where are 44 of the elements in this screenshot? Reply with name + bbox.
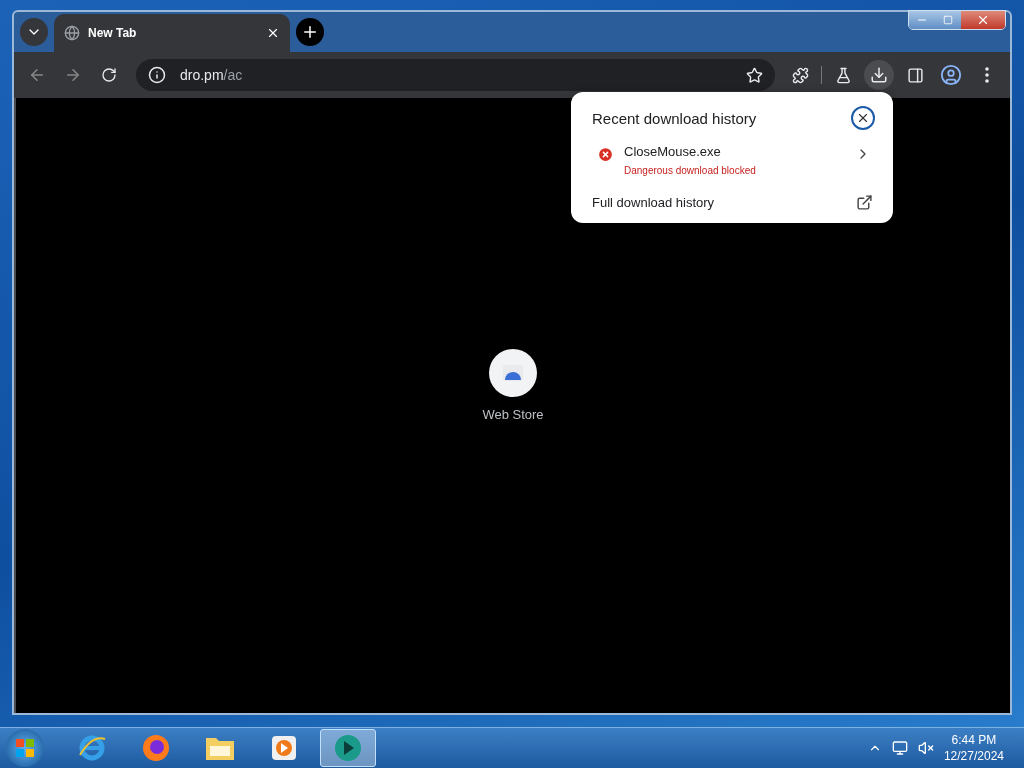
play-circle-icon	[333, 733, 363, 763]
tab-search-button[interactable]	[20, 18, 48, 46]
browser-tab[interactable]: New Tab	[54, 14, 290, 52]
close-icon	[976, 13, 990, 27]
flask-icon	[834, 66, 852, 84]
download-icon	[870, 66, 888, 84]
maximize-icon	[943, 15, 953, 25]
user-icon	[940, 64, 962, 86]
store-icon	[502, 364, 524, 382]
full-history-link[interactable]: Full download history	[592, 195, 715, 210]
close-button[interactable]	[851, 106, 875, 130]
globe-icon	[64, 25, 80, 41]
address-bar[interactable]: dro.pm/ac	[136, 59, 775, 91]
clock-time: 6:44 PM	[951, 733, 997, 747]
download-button[interactable]	[864, 60, 894, 90]
close-icon	[856, 111, 870, 125]
new-tab-button[interactable]	[296, 18, 324, 46]
windows-logo-icon	[15, 738, 35, 758]
reload-icon	[101, 67, 117, 83]
puzzle-icon	[791, 66, 809, 84]
clock-date: 12/27/2024	[943, 749, 1004, 763]
forward-icon	[64, 66, 82, 84]
close-icon[interactable]	[266, 26, 280, 40]
volume-muted-icon[interactable]	[917, 740, 934, 756]
popup-title: Recent download history	[592, 109, 757, 127]
download-status: Dangerous download blocked	[624, 165, 757, 176]
shortcut-tile[interactable]	[489, 349, 537, 397]
side-panel-icon	[906, 66, 924, 84]
browser-e-icon	[77, 733, 107, 763]
fox-globe-icon	[141, 733, 171, 763]
taskbar-app[interactable]	[320, 729, 376, 767]
info-icon	[148, 66, 166, 84]
file-name[interactable]: CloseMouse.exe	[624, 144, 845, 159]
plus-icon	[301, 23, 319, 41]
start-button[interactable]	[6, 729, 44, 767]
network-icon[interactable]	[891, 740, 908, 756]
star-icon	[745, 66, 763, 84]
play-icon	[271, 735, 297, 761]
tab-title: New Tab	[88, 26, 138, 40]
shortcut-label: Web Store	[482, 407, 544, 422]
back-icon	[28, 66, 46, 84]
url-text: dro.pm/ac	[180, 67, 243, 83]
menu-icon	[985, 67, 989, 83]
external-link-icon[interactable]	[856, 194, 873, 211]
